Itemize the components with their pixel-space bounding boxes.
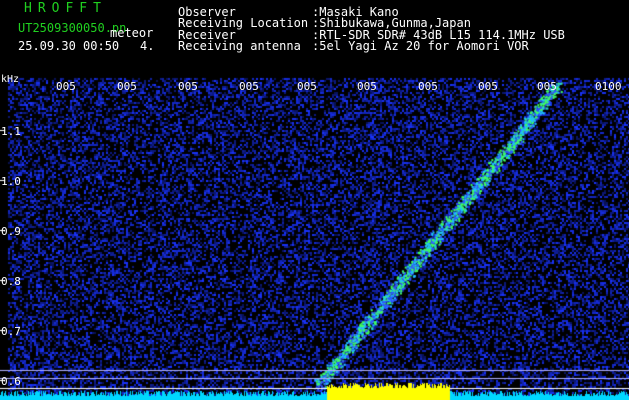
antenna-label: Receiving antenna xyxy=(178,39,301,53)
time-tick: 005 xyxy=(357,80,377,93)
time-tick: 005 xyxy=(117,80,137,93)
time-tick: 005 xyxy=(56,80,76,93)
meteor-count: 4. xyxy=(140,39,155,53)
time-tick: 005 xyxy=(478,80,498,93)
time-tick: 0100 xyxy=(595,80,622,93)
time-tick: 005 xyxy=(178,80,198,93)
date-time: 25.09.30 00:50 xyxy=(18,39,120,53)
time-tick: 005 xyxy=(239,80,259,93)
freq-tick: 0.6 xyxy=(1,375,21,388)
khz-unit-label: kHz xyxy=(1,74,20,85)
freq-tick: 0.8 xyxy=(1,275,21,288)
freq-tick: 1.0 xyxy=(1,175,21,188)
freq-tick: 0.7 xyxy=(1,325,21,338)
time-tick: 005 xyxy=(537,80,557,93)
freq-tick: 0.9 xyxy=(1,225,21,238)
hrofft-logo: HROFFT xyxy=(24,1,107,16)
time-tick: 005 xyxy=(418,80,438,93)
spectrogram-canvas xyxy=(0,0,629,400)
meteor-tag: meteor xyxy=(110,26,154,40)
antenna-value: :5el Yagi Az 20 for Aomori VOR xyxy=(312,39,529,53)
time-tick: 005 xyxy=(297,80,317,93)
freq-tick: 1.1 xyxy=(1,125,21,138)
